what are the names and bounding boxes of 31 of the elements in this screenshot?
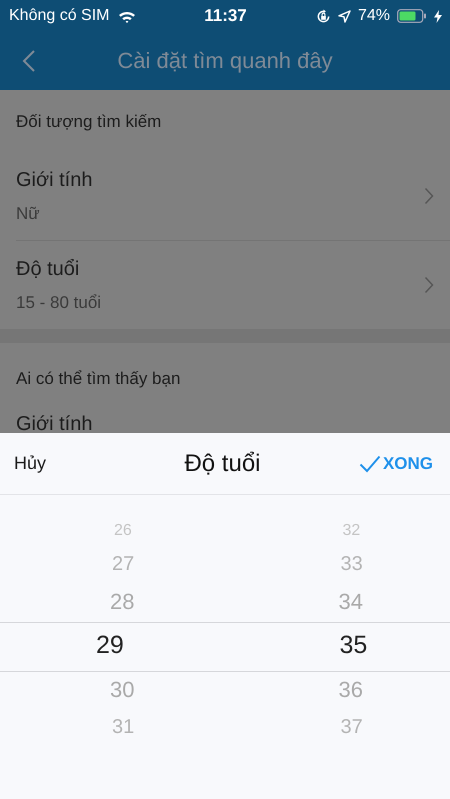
- picker-title: Độ tuổi: [184, 450, 260, 478]
- clock-time: 11:37: [204, 6, 247, 26]
- picker-option[interactable]: 27: [112, 552, 134, 576]
- battery-icon: [396, 9, 427, 23]
- settings-row[interactable]: Giới tính Nữ: [16, 152, 450, 240]
- rotation-lock-icon: [316, 8, 331, 24]
- wifi-icon: [118, 10, 136, 22]
- picker-option[interactable]: 29: [96, 631, 124, 660]
- cancel-button[interactable]: Hủy: [14, 453, 46, 474]
- picker-option[interactable]: 37: [340, 716, 363, 738]
- picker-option[interactable]: 33: [340, 552, 363, 576]
- section-header: Ai có thể tìm thấy bạn: [16, 369, 180, 388]
- picker-option[interactable]: 35: [340, 631, 368, 660]
- location-arrow-icon: [338, 10, 351, 22]
- battery-percent: 74%: [358, 7, 390, 25]
- picker-option[interactable]: 32: [342, 522, 360, 540]
- chevron-icon: [424, 276, 434, 294]
- charging-bolt-icon: [434, 10, 442, 22]
- carrier-label: Không có SIM: [9, 7, 110, 25]
- chevron-icon: [424, 187, 434, 205]
- picker-option[interactable]: 31: [112, 716, 134, 738]
- screen-title: Cài đặt tìm quanh đây: [117, 48, 333, 74]
- picker-option[interactable]: 28: [110, 588, 134, 614]
- done-button[interactable]: XONG: [358, 454, 433, 474]
- checkmark-icon: [358, 454, 381, 472]
- section-header: Đối tượng tìm kiếm: [16, 112, 162, 131]
- picker-option[interactable]: 26: [114, 522, 132, 540]
- picker-option[interactable]: 36: [338, 676, 363, 702]
- picker-option[interactable]: 34: [338, 588, 363, 614]
- back-icon[interactable]: [22, 49, 36, 73]
- picker-option[interactable]: 30: [110, 676, 134, 702]
